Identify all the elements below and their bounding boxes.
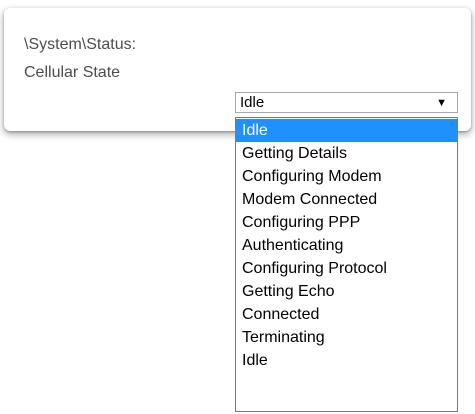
- option-configuring-modem[interactable]: Configuring Modem: [236, 165, 457, 188]
- option-connected[interactable]: Connected: [236, 303, 457, 326]
- option-idle-2[interactable]: Idle: [236, 349, 457, 372]
- option-configuring-protocol[interactable]: Configuring Protocol: [236, 257, 457, 280]
- option-configuring-ppp[interactable]: Configuring PPP: [236, 211, 457, 234]
- option-modem-connected[interactable]: Modem Connected: [236, 188, 457, 211]
- option-getting-details[interactable]: Getting Details: [236, 142, 457, 165]
- option-getting-echo[interactable]: Getting Echo: [236, 280, 457, 303]
- triangle-down-icon[interactable]: ▼: [436, 95, 447, 111]
- cellular-state-label: Cellular State: [24, 64, 121, 81]
- option-terminating[interactable]: Terminating: [236, 326, 457, 349]
- cellular-state-options-list: Idle Getting Details Configuring Modem M…: [235, 117, 458, 412]
- cellular-state-select[interactable]: Idle ▼: [235, 92, 458, 113]
- status-path-label: \System\Status:: [24, 36, 137, 53]
- select-current-value: Idle: [240, 94, 265, 111]
- option-idle[interactable]: Idle: [236, 119, 457, 142]
- option-authenticating[interactable]: Authenticating: [236, 234, 457, 257]
